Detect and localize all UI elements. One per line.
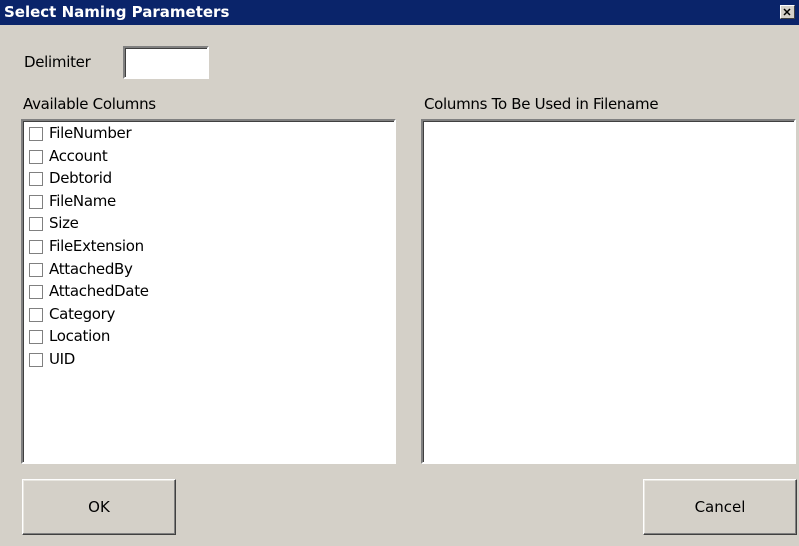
checkbox[interactable] xyxy=(29,285,43,300)
close-button[interactable] xyxy=(780,5,795,19)
delimiter-input[interactable] xyxy=(123,46,209,79)
list-item-label: Category xyxy=(49,304,116,323)
checkbox[interactable] xyxy=(29,127,43,141)
delimiter-label: Delimiter xyxy=(24,53,91,71)
checkbox[interactable] xyxy=(29,353,43,367)
columns-used-label: Columns To Be Used in Filename xyxy=(424,95,659,113)
close-icon xyxy=(783,8,791,16)
list-item-label: Account xyxy=(49,146,108,165)
columns-used-list[interactable] xyxy=(421,119,796,464)
checkbox[interactable] xyxy=(29,217,43,232)
dialog-window: Select Naming Parameters Delimiter Avail… xyxy=(0,0,799,546)
list-item-label: Size xyxy=(49,214,79,233)
ok-button[interactable]: OK xyxy=(22,479,176,535)
list-item-label: FileName xyxy=(49,191,116,210)
checkbox[interactable] xyxy=(29,240,43,254)
list-item-label: AttachedDate xyxy=(49,282,149,301)
checkbox[interactable] xyxy=(29,194,43,209)
list-item-label: FileNumber xyxy=(49,124,132,142)
list-item-label: AttachedBy xyxy=(49,259,133,278)
checkbox[interactable] xyxy=(29,149,43,164)
list-item-label: Location xyxy=(49,327,111,346)
available-columns-list[interactable]: FileNumber Account Debtorid FileName Size Fil… xyxy=(21,119,396,464)
cancel-button[interactable]: Cancel xyxy=(643,479,797,535)
checkbox[interactable] xyxy=(29,262,43,277)
checkbox[interactable] xyxy=(29,330,43,345)
checkbox[interactable] xyxy=(29,307,43,322)
available-columns-label: Available Columns xyxy=(23,95,156,113)
list-item-label: UID xyxy=(49,350,76,368)
checkbox[interactable] xyxy=(29,172,43,187)
title-bar[interactable]: Select Naming Parameters xyxy=(0,0,799,25)
list-item-label: FileExtension xyxy=(49,237,144,255)
window-title: Select Naming Parameters xyxy=(4,3,230,21)
list-item-label: Debtorid xyxy=(49,169,112,188)
